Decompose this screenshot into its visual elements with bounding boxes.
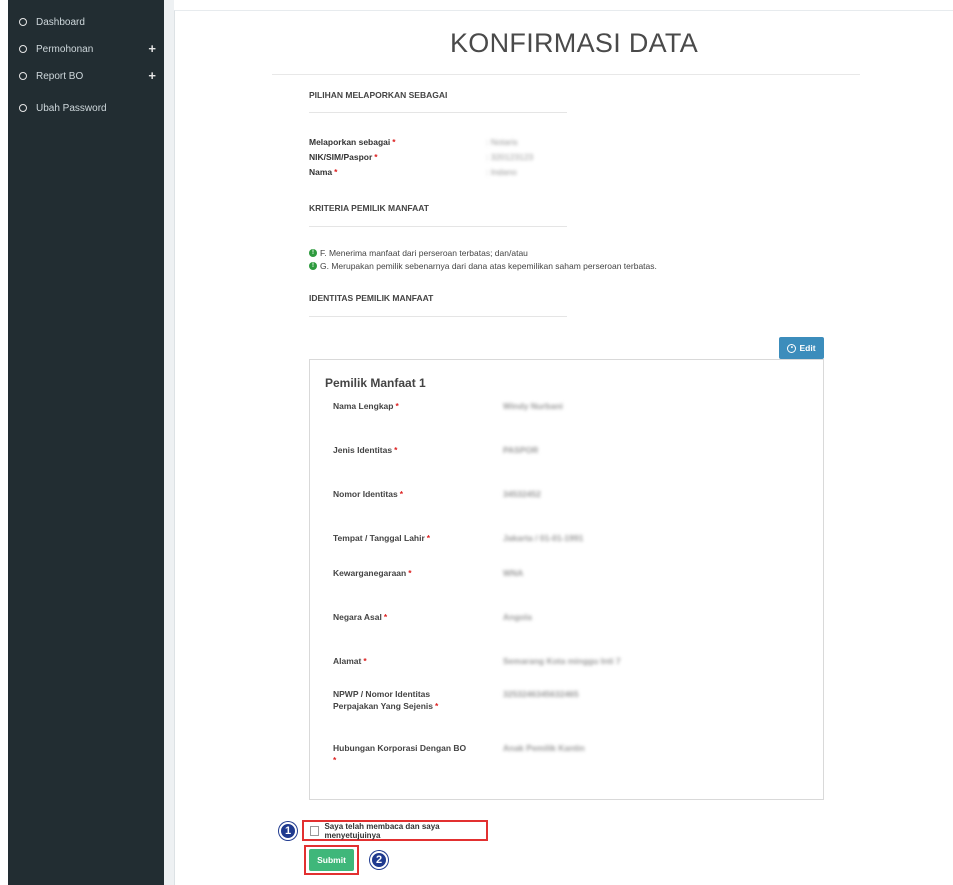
plus-icon[interactable]: + — [148, 68, 156, 83]
owner-card-title: Pemilik Manfaat 1 — [325, 376, 426, 390]
required-mark: * — [333, 755, 337, 765]
circle-icon — [19, 18, 27, 26]
required-mark: * — [408, 568, 412, 578]
owner-field-value: Anak Pemilik Kantin — [503, 743, 585, 753]
section-heading-report-as: PILIHAN MELAPORKAN SEBAGAI — [309, 90, 448, 100]
owner-field-label: Alamat * — [333, 656, 367, 666]
sidebar-item-label: Ubah Password — [36, 102, 107, 114]
edit-icon: • — [787, 343, 797, 353]
field-value-nik: : 320123123 — [486, 152, 534, 162]
owner-card — [309, 359, 824, 800]
owner-field-value: PASPOR — [503, 445, 539, 455]
owner-field-value: 34532452 — [503, 489, 541, 499]
sidebar-item-ubah-password[interactable]: Ubah Password — [8, 97, 164, 119]
agreement-highlight: Saya telah membaca dan saya menyetujuiny… — [302, 820, 488, 841]
agreement-label[interactable]: Saya telah membaca dan saya menyetujuiny… — [324, 822, 486, 840]
sidebar-item-label: Permohonan — [36, 43, 94, 55]
owner-field-label: Nama Lengkap * — [333, 401, 399, 411]
field-value-nama: : Indano — [486, 167, 517, 177]
required-mark: * — [426, 533, 431, 543]
divider — [309, 226, 567, 227]
owner-field-label: Jenis Identitas * — [333, 445, 398, 455]
field-value-report-as: : Notaris — [486, 137, 518, 147]
owner-field-value: WNA — [503, 568, 524, 578]
exclamation-icon: ! — [309, 262, 317, 270]
criteria-item: ! F. Menerima manfaat dari perseroan ter… — [309, 248, 528, 258]
circle-icon — [19, 45, 27, 53]
owner-field-value: 3253246345632465 — [503, 689, 579, 699]
required-mark: * — [374, 152, 378, 162]
section-heading-criteria: KRITERIA PEMILIK MANFAAT — [309, 203, 429, 213]
owner-field-label: Negara Asal * — [333, 612, 388, 622]
required-mark: * — [363, 656, 367, 666]
plus-icon[interactable]: + — [148, 41, 156, 56]
exclamation-icon: ! — [309, 249, 317, 257]
circle-icon — [19, 72, 27, 80]
criteria-item: ! G. Merupakan pemilik sebenarnya dari d… — [309, 261, 657, 271]
sidebar-item-report-bo[interactable]: Report BO + — [8, 65, 164, 87]
owner-field-label: Tempat / Tanggal Lahir * — [333, 533, 431, 543]
owner-field-value: Windy Nurbani — [503, 401, 563, 411]
field-label-report-as: Melaporkan sebagai * — [309, 137, 396, 147]
field-label-nama: Nama * — [309, 167, 338, 177]
page-title: KONFIRMASI DATA — [450, 28, 699, 58]
left-edge — [0, 0, 8, 885]
callout-badge: 2 — [370, 851, 388, 869]
owner-field-label: Kewarganegaraan * — [333, 568, 412, 578]
sidebar-item-permohonan[interactable]: Permohonan + — [8, 38, 164, 60]
section-heading-owner-identity: IDENTITAS PEMILIK MANFAAT — [309, 293, 434, 303]
sidebar-item-dashboard[interactable]: Dashboard — [8, 11, 164, 33]
content-gutter — [164, 0, 174, 885]
edit-button[interactable]: • Edit — [779, 337, 824, 359]
required-mark: * — [392, 137, 396, 147]
required-mark: * — [399, 489, 404, 499]
required-mark: * — [334, 167, 338, 177]
divider — [309, 112, 567, 113]
divider — [272, 74, 860, 75]
required-mark: * — [394, 445, 398, 455]
owner-field-label: Nomor Identitas * — [333, 489, 404, 499]
callout-badge: 1 — [279, 822, 297, 840]
owner-field-label: NPWP / Nomor Identitas Perpajakan Yang S… — [333, 689, 439, 711]
required-mark: * — [383, 612, 388, 622]
agreement-checkbox[interactable] — [310, 825, 320, 836]
sidebar: Dashboard Permohonan + Report BO + Ubah … — [8, 0, 164, 885]
sidebar-item-label: Report BO — [36, 70, 84, 82]
owner-field-value: Angola — [503, 612, 532, 622]
owner-field-value: Jakarta / 01-01-1991 — [503, 533, 584, 543]
circle-icon — [19, 104, 27, 112]
owner-field-value: Semarang Kota minggu Inti 7 — [503, 656, 621, 666]
field-label-nik: NIK/SIM/Paspor * — [309, 152, 378, 162]
required-mark: * — [395, 401, 399, 411]
divider — [309, 316, 567, 317]
edit-button-label: Edit — [799, 343, 816, 353]
required-mark: * — [435, 701, 439, 711]
submit-button[interactable]: Submit — [309, 849, 354, 871]
sidebar-item-label: Dashboard — [36, 16, 85, 28]
owner-field-label: Hubungan Korporasi Dengan BO * — [333, 743, 467, 765]
